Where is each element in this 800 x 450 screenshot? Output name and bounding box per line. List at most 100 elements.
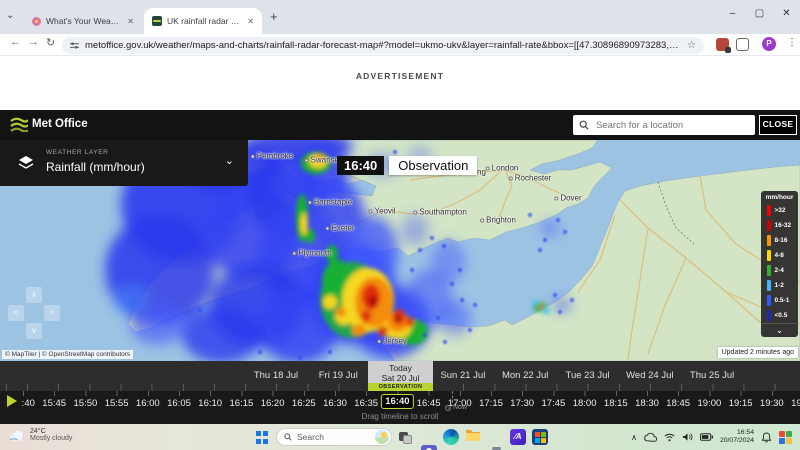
timeline-time[interactable]: 16:30 xyxy=(323,398,347,409)
new-tab-button[interactable]: + xyxy=(270,9,278,24)
timeline-today[interactable]: TodaySat 20 JulOBSERVATION xyxy=(368,361,433,391)
extensions-puzzle-icon[interactable] xyxy=(736,38,749,51)
site-info-icon[interactable] xyxy=(70,41,79,50)
browser-menu-icon[interactable]: ⋮ xyxy=(787,37,797,48)
layer-value: Rainfall (mm/hour) xyxy=(46,160,145,174)
clock-icon xyxy=(445,405,451,411)
timeline-time[interactable]: 18:45 xyxy=(666,398,690,409)
city-marker-icon xyxy=(325,226,329,230)
timeline-day[interactable]: Thu 25 Jul xyxy=(690,370,734,381)
timeline-time[interactable]: 16:35 xyxy=(354,398,378,409)
legend-color-bar xyxy=(767,295,771,306)
timeline-time[interactable]: 16:15 xyxy=(230,398,254,409)
forward-icon[interactable]: → xyxy=(28,36,39,48)
timeline-day[interactable]: Tue 23 Jul xyxy=(565,370,609,381)
timeline-time[interactable]: 19:15 xyxy=(729,398,753,409)
file-explorer-icon[interactable] xyxy=(465,429,481,445)
pan-left-button[interactable]: < xyxy=(8,305,24,321)
taskbar-weather-widget[interactable]: 24°C Mostly cloudy xyxy=(8,428,72,442)
close-window-button[interactable]: ✕ xyxy=(773,0,800,30)
timeline-time[interactable]: 17:30 xyxy=(510,398,534,409)
timeline-time[interactable]: 18:00 xyxy=(573,398,597,409)
city-label-pembroke: Pembroke xyxy=(251,152,293,161)
tab-search-chevron-icon[interactable]: ⌄ xyxy=(6,10,14,21)
metoffice-favicon-icon xyxy=(152,16,162,26)
timeline-time[interactable]: 18:30 xyxy=(635,398,659,409)
onedrive-icon[interactable] xyxy=(644,433,657,442)
timeline-day[interactable]: Wed 24 Jul xyxy=(626,370,673,381)
back-icon[interactable]: ← xyxy=(10,36,21,48)
chevron-down-icon[interactable]: ⌄ xyxy=(225,154,234,167)
timeline-time[interactable]: 15:55 xyxy=(105,398,129,409)
timeline-days-bar[interactable]: Thu 18 Jul Fri 19 Jul TodaySat 20 JulOBSER… xyxy=(0,361,800,391)
legend-color-bar xyxy=(767,280,771,291)
notifications-bell-icon[interactable] xyxy=(761,432,772,443)
timeline-time[interactable]: 16:20 xyxy=(261,398,285,409)
browser-tab-1[interactable]: What's Your Weather Like July 2 ✕ xyxy=(24,8,142,34)
minimize-button[interactable]: – xyxy=(719,0,746,30)
timeline-day[interactable]: Sun 21 Jul xyxy=(440,370,485,381)
play-button[interactable] xyxy=(0,391,22,413)
browser-tabstrip: ⌄ What's Your Weather Like July 2 ✕ UK r… xyxy=(0,0,800,34)
legend-item: 0.5-1 xyxy=(761,293,798,308)
task-view-button[interactable] xyxy=(398,429,414,445)
timeline-time[interactable]: 16:05 xyxy=(167,398,191,409)
profile-avatar[interactable]: P xyxy=(762,37,776,51)
clipchamp-app-icon[interactable]: ⁄A xyxy=(510,429,526,445)
weather-layer-panel[interactable]: WEATHER LAYER Rainfall (mm/hour) ⌄ xyxy=(0,140,248,186)
timeline-time[interactable]: 18:15 xyxy=(604,398,628,409)
legend-item: 8-16 xyxy=(761,233,798,248)
reload-icon[interactable]: ↻ xyxy=(46,36,55,49)
timeline-time[interactable]: 19:30 xyxy=(760,398,784,409)
browser-tab-2-active[interactable]: UK rainfall radar map - Met Offi ✕ xyxy=(144,8,262,34)
timeline-time[interactable]: 17:45 xyxy=(542,398,566,409)
pan-down-button[interactable]: ∨ xyxy=(26,323,42,339)
tray-expand-chevron-icon[interactable]: ∧ xyxy=(631,433,637,442)
location-search-input[interactable] xyxy=(594,119,749,132)
pan-right-button[interactable]: > xyxy=(44,305,60,321)
timeline-time-bar[interactable]: 15:4015:4515:5015:5516:0016:0516:1016:15… xyxy=(0,391,800,424)
city-marker-icon xyxy=(486,166,490,170)
timeline-time[interactable]: 15:45 xyxy=(42,398,66,409)
timeline-time[interactable]: 17:15 xyxy=(479,398,503,409)
taskbar-search[interactable]: Search xyxy=(276,428,392,446)
tray-clock[interactable]: 16:54 20/07/2024 xyxy=(720,429,754,445)
city-label-plymouth: Plymouth xyxy=(292,249,331,258)
layer-eyebrow: WEATHER LAYER xyxy=(46,149,108,156)
teams-app-icon[interactable] xyxy=(421,445,437,450)
battery-icon[interactable] xyxy=(700,433,713,441)
timeline-time[interactable]: 15:50 xyxy=(74,398,98,409)
start-button[interactable] xyxy=(256,429,272,445)
timeline-day[interactable]: Fri 19 Jul xyxy=(319,370,358,381)
search-highlight-icon xyxy=(375,430,389,444)
microsoft-store-icon[interactable] xyxy=(532,429,548,445)
map-canvas[interactable]: PembrokeSwanseaBarnstapleYeovilExeterPly… xyxy=(0,140,800,361)
tab-close-icon[interactable]: ✕ xyxy=(245,17,256,26)
bookmark-star-icon[interactable]: ☆ xyxy=(687,40,696,51)
volume-icon[interactable] xyxy=(682,432,693,442)
pan-up-button[interactable]: ∧ xyxy=(26,287,42,303)
timeline-time[interactable]: 16:00 xyxy=(136,398,160,409)
maximize-button[interactable]: ▢ xyxy=(746,0,773,30)
city-marker-icon xyxy=(377,339,381,343)
timeline-time[interactable]: 16:10 xyxy=(198,398,222,409)
map-pan-control: ∧ < > ∨ xyxy=(8,287,60,339)
timeline-time[interactable]: 19:45 xyxy=(791,398,800,409)
timeline-day[interactable]: Mon 22 Jul xyxy=(502,370,548,381)
legend-collapse-chevron-icon[interactable]: ⌄ xyxy=(761,323,798,337)
timeline-time[interactable]: 16:25 xyxy=(292,398,316,409)
location-search-box[interactable] xyxy=(573,115,755,135)
address-bar[interactable]: metoffice.gov.uk/weather/maps-and-charts… xyxy=(62,37,704,54)
timeline-time[interactable]: 19:00 xyxy=(698,398,722,409)
tab-close-icon[interactable]: ✕ xyxy=(125,17,136,26)
timeline-day[interactable]: Thu 18 Jul xyxy=(254,370,298,381)
city-label-barnstaple: Barnstaple xyxy=(308,198,352,207)
close-search-button[interactable]: CLOSE xyxy=(759,115,797,135)
wifi-icon[interactable] xyxy=(664,433,675,442)
timeline-time[interactable]: 16:45 xyxy=(417,398,441,409)
city-label-brighton: Brighton xyxy=(480,216,516,225)
edge-app-icon[interactable] xyxy=(443,429,459,445)
widgets-icon[interactable] xyxy=(779,431,792,444)
extension-icon[interactable] xyxy=(716,38,729,51)
timeline-time-selected[interactable]: 16:40 xyxy=(381,394,413,409)
